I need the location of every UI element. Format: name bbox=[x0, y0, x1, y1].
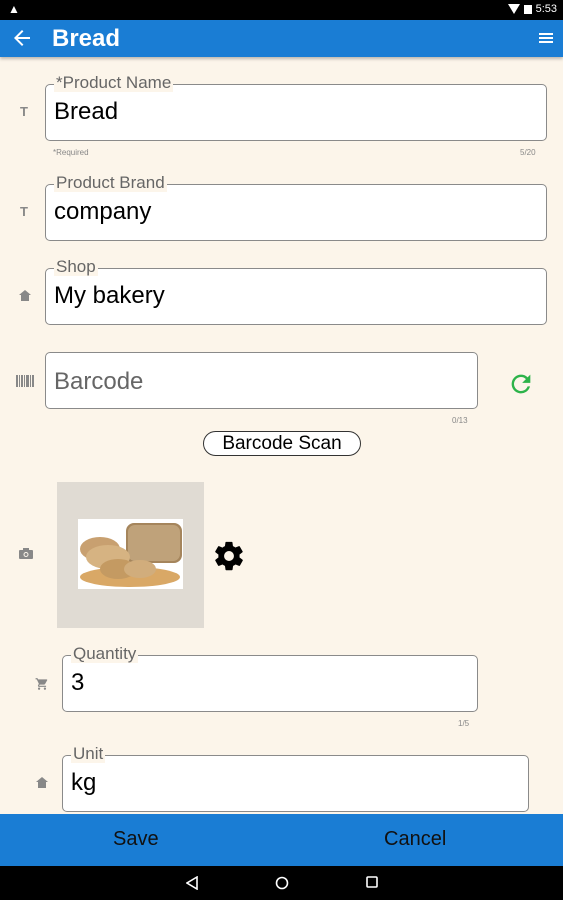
home-icon bbox=[19, 290, 31, 302]
warning-icon: ▲ bbox=[8, 2, 20, 16]
page-title: Bread bbox=[52, 25, 121, 52]
quantity-field[interactable]: Quantity 3 bbox=[62, 645, 478, 712]
cart-icon bbox=[35, 678, 48, 690]
product-name-field[interactable]: *Product Name Bread bbox=[45, 74, 547, 141]
unit-label: Unit bbox=[71, 744, 106, 763]
camera-icon bbox=[19, 548, 33, 559]
quantity-value: 3 bbox=[71, 669, 85, 696]
bottom-action-bar: Save Cancel bbox=[0, 814, 563, 866]
nav-back-icon[interactable] bbox=[186, 876, 198, 890]
menu-icon[interactable] bbox=[539, 33, 553, 45]
nav-home-icon[interactable] bbox=[275, 876, 289, 890]
shop-label: Shop bbox=[54, 257, 98, 276]
barcode-field[interactable]: Barcode bbox=[45, 352, 478, 409]
required-hint: *Required bbox=[53, 148, 89, 157]
system-nav-bar bbox=[0, 866, 563, 900]
barcode-counter: 0/13 bbox=[452, 416, 468, 425]
app-bar: Bread bbox=[0, 20, 563, 57]
unit-field[interactable]: Unit kg bbox=[62, 745, 529, 812]
text-icon: T bbox=[20, 104, 28, 119]
product-name-label: *Product Name bbox=[54, 73, 174, 92]
product-photo-frame[interactable] bbox=[57, 482, 204, 628]
bread-photo bbox=[78, 519, 183, 589]
quantity-counter: 1/5 bbox=[458, 719, 470, 728]
product-name-counter: 5/20 bbox=[520, 148, 536, 157]
status-bar: ▲ 5:53 bbox=[0, 0, 563, 20]
product-brand-value: company bbox=[54, 198, 152, 225]
nav-recents-icon[interactable] bbox=[366, 876, 378, 888]
quantity-label: Quantity bbox=[71, 644, 139, 663]
home-icon bbox=[36, 777, 48, 789]
unit-value: kg bbox=[71, 769, 97, 796]
wifi-icon bbox=[507, 4, 520, 14]
product-name-value: Bread bbox=[54, 98, 119, 125]
shop-field[interactable]: Shop My bakery bbox=[45, 258, 547, 325]
save-button[interactable]: Save bbox=[113, 828, 159, 851]
barcode-scan-button[interactable]: Barcode Scan bbox=[203, 431, 361, 456]
status-icons: 5:53 bbox=[507, 3, 557, 15]
product-brand-label: Product Brand bbox=[54, 173, 167, 192]
back-arrow-icon[interactable] bbox=[10, 26, 34, 50]
shop-value: My bakery bbox=[54, 282, 165, 309]
barcode-placeholder: Barcode bbox=[54, 368, 144, 395]
gear-icon[interactable] bbox=[212, 539, 246, 573]
text-icon: T bbox=[20, 204, 28, 219]
refresh-icon[interactable] bbox=[507, 370, 535, 398]
cancel-button[interactable]: Cancel bbox=[384, 828, 446, 851]
status-time: 5:53 bbox=[535, 3, 557, 15]
product-brand-field[interactable]: Product Brand company bbox=[45, 174, 547, 241]
battery-icon bbox=[523, 4, 532, 14]
barcode-icon bbox=[16, 375, 34, 387]
